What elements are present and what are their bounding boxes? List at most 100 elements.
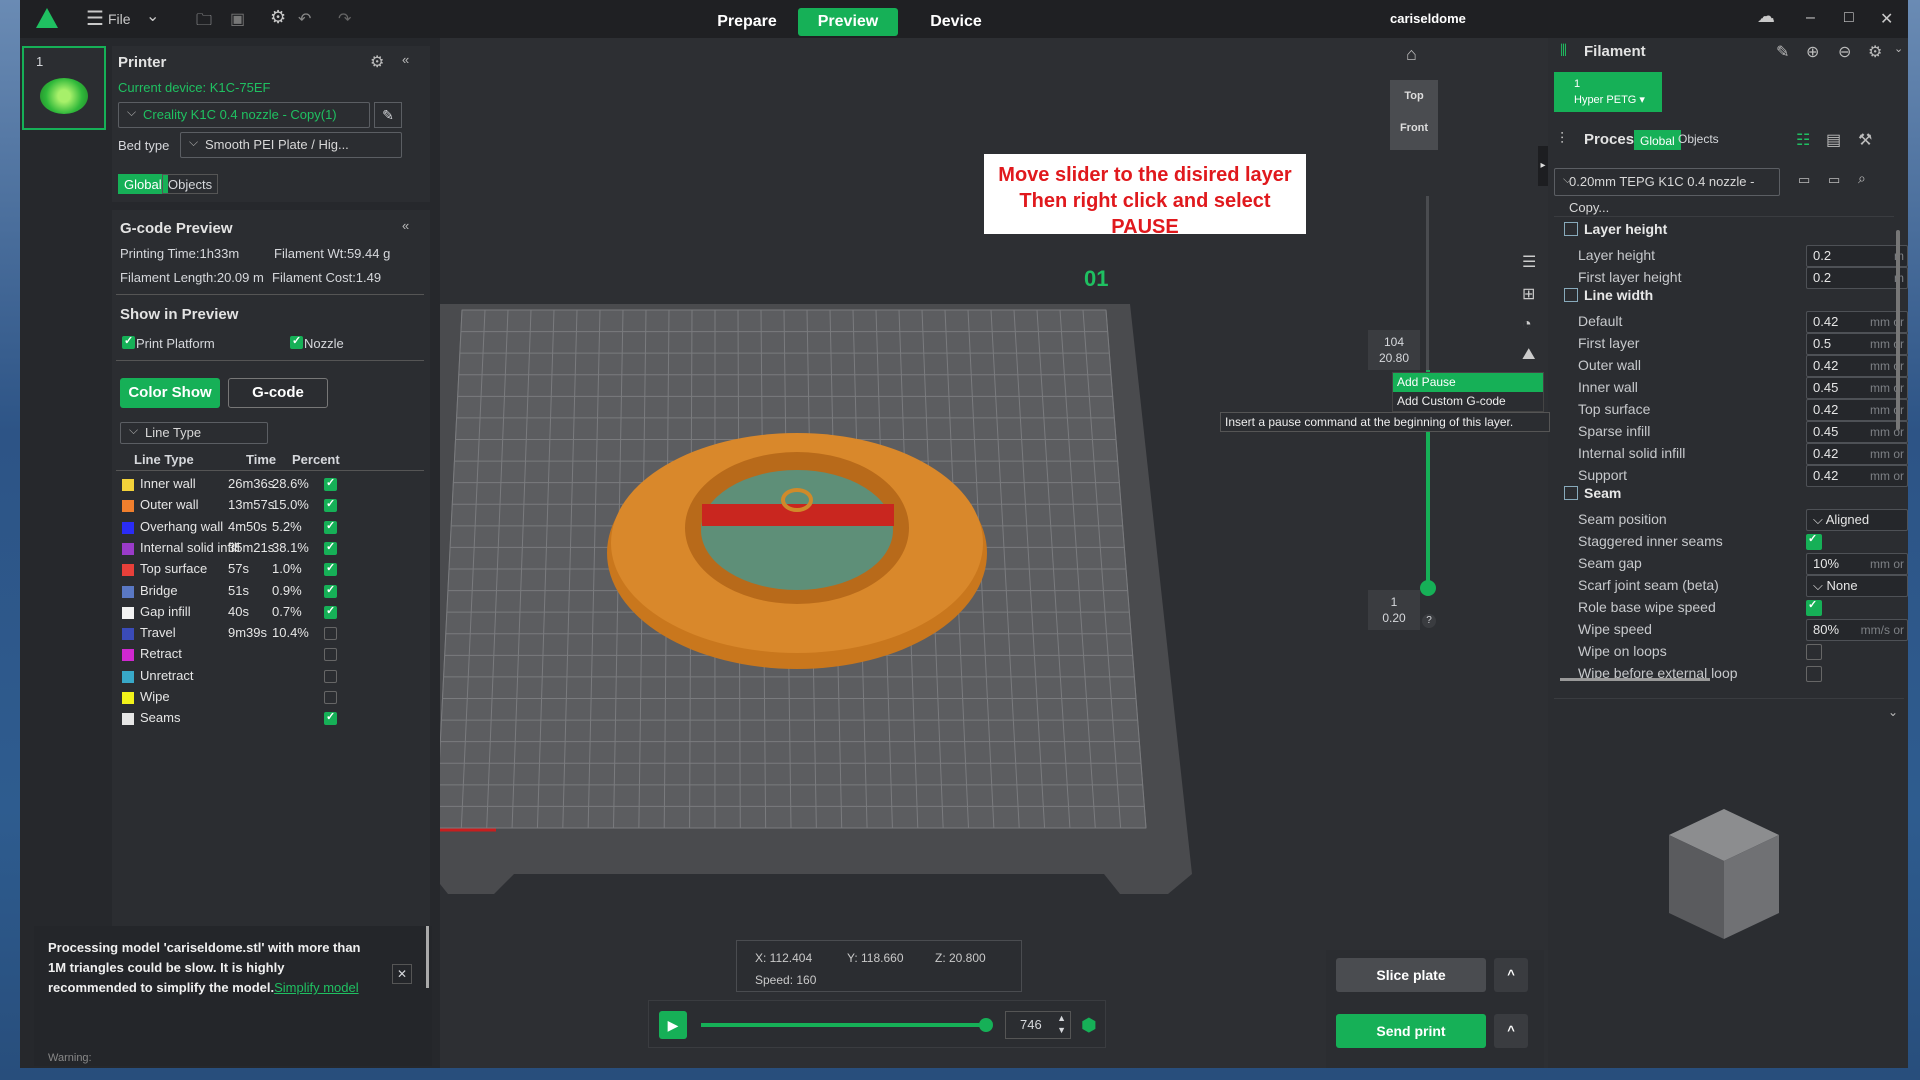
param-select[interactable]: ⌵ None [1806,575,1908,597]
tab-prepare[interactable]: Prepare [700,8,794,36]
preset-save-icon[interactable]: ▭ [1798,172,1810,188]
tab-preview[interactable]: Preview [798,8,898,36]
expand-right-icon[interactable]: ▸ [1538,146,1548,186]
menu-add-custom-gcode[interactable]: Add Custom G-code [1393,392,1543,411]
line-type-visibility-checkbox[interactable] [324,497,337,513]
param-checkbox[interactable] [1806,666,1822,682]
param-input[interactable]: 0.42 mm or [1806,465,1908,487]
process-objects-toggle[interactable]: Objects [1678,132,1719,146]
view-front[interactable]: Front [1390,122,1438,134]
param-input[interactable]: 0.45 mm or [1806,377,1908,399]
param-input[interactable]: 10% mm or [1806,553,1908,575]
line-type-visibility-checkbox[interactable] [324,519,337,534]
move-slider-handle[interactable] [979,1018,993,1032]
filament-settings-icon[interactable]: ⚙ [1868,42,1882,62]
filament-slot[interactable]: 1 Hyper PETG ▾ [1554,72,1662,112]
3d-viewport[interactable]: 01 Move slider to the disired layer Then… [440,38,1550,1068]
param-input[interactable]: 0.42 mm or [1806,399,1908,421]
tab-device[interactable]: Device [908,8,1004,36]
preset-search-icon[interactable]: ⌕ [1858,170,1866,187]
line-type-visibility-checkbox[interactable] [324,710,337,726]
grid-view-icon[interactable]: ⊞ [1522,284,1535,304]
param-input[interactable]: 80% mm/s or [1806,619,1908,641]
close-window-icon[interactable]: ✕ [1880,9,1893,29]
plate-thumbnail[interactable]: 1 [22,46,106,130]
gcode-button[interactable]: G-code [228,378,328,408]
print-platform-checkbox[interactable] [122,334,135,349]
line-type-visibility-checkbox[interactable] [324,583,337,598]
line-type-visibility-checkbox[interactable] [324,540,337,555]
params-h-scrollbar[interactable] [1560,678,1710,681]
move-slider-track[interactable] [701,1023,985,1027]
preset-reset-icon[interactable]: ▭ [1828,172,1840,188]
view-top[interactable]: Top [1390,90,1438,102]
add-filament-icon[interactable]: ⊕ [1806,42,1819,62]
process-parameter-list[interactable]: Layer height Layer height 0.2m First layer … [1554,216,1908,686]
gcode-collapse-icon[interactable]: « [402,218,409,233]
param-checkbox[interactable] [1806,532,1822,550]
param-input[interactable]: 0.42 mm or [1806,311,1908,333]
view-cube[interactable]: Top Front [1390,80,1438,150]
param-checkbox[interactable] [1806,644,1822,660]
move-step-input[interactable]: 746 ▲ ▼ [1005,1011,1071,1039]
layer-cube-icon[interactable]: ⬢ [1081,1015,1097,1036]
chevron-down-icon[interactable]: ⌄ [146,6,159,26]
color-show-button[interactable]: Color Show [120,378,220,408]
param-input[interactable]: 0.45 mm or [1806,421,1908,443]
collapse-icon[interactable]: « [402,52,409,67]
help-icon[interactable]: ? [1422,614,1436,628]
slice-plate-button[interactable]: Slice plate [1336,958,1486,992]
param-input[interactable]: 0.5 mm or [1806,333,1908,355]
stepper-arrows-icon[interactable]: ▲ ▼ [1057,1012,1066,1036]
process-preset-select[interactable]: 0.20mm TEPG K1C 0.4 nozzle - Copy... [1554,166,1780,215]
settings-gear-icon[interactable]: ⚙ [270,7,286,28]
layer-slider-bottom-handle[interactable] [1420,580,1436,596]
stats-icon[interactable]: ⛰ [1522,346,1535,364]
menu-add-pause[interactable]: Add Pause [1393,373,1543,392]
filament-edit-icon[interactable]: ✎ [1776,42,1789,62]
notice-scrollbar[interactable] [426,926,429,988]
layers-icon[interactable]: ☰ [1522,252,1536,272]
open-folder-icon[interactable]: 🗀 [196,9,212,36]
param-input[interactable]: 0.42 mm or [1806,443,1908,465]
line-type-visibility-checkbox[interactable] [324,476,337,491]
remove-filament-icon[interactable]: ⊖ [1838,42,1851,62]
redo-icon[interactable]: ↷ [338,9,351,29]
slice-options-chevron[interactable]: ^ [1494,958,1528,992]
minimize-icon[interactable]: – [1806,9,1815,27]
hamburger-menu-icon[interactable]: ☰ [86,6,104,31]
edit-pencil-icon[interactable]: ✎ [374,102,402,128]
undo-icon[interactable]: ↶ [298,9,311,29]
play-button[interactable]: ▶ [659,1011,687,1039]
params-scrollbar[interactable] [1896,230,1900,430]
send-print-button[interactable]: Send print [1336,1014,1486,1048]
line-type-select[interactable]: Line Type [120,420,268,444]
process-tool-icon[interactable]: ⚒ [1858,130,1872,150]
preview-collapse-icon[interactable]: ⌄ [1888,705,1898,719]
param-input[interactable]: 0.2m [1806,245,1908,267]
line-type-visibility-checkbox[interactable] [324,669,337,683]
line-type-visibility-checkbox[interactable] [324,627,337,641]
bed-type-select[interactable]: Smooth PEI Plate / Hig... [180,130,402,158]
printer-global-toggle[interactable]: Global [118,174,168,194]
param-checkbox[interactable] [1806,598,1822,616]
process-global-toggle[interactable]: Global [1634,130,1681,150]
process-list-icon[interactable]: ☷ [1796,130,1810,150]
process-compare-icon[interactable]: ▤ [1826,130,1841,150]
file-menu[interactable]: File [108,11,131,27]
maximize-icon[interactable]: □ [1844,9,1854,27]
printer-settings-icon[interactable]: ⚙ [370,52,384,72]
param-input[interactable]: 0.2m [1806,267,1908,289]
save-icon[interactable]: ▣ [230,9,245,29]
printer-objects-toggle[interactable]: Objects [162,174,219,194]
home-icon[interactable]: ⌂ [1406,44,1417,65]
param-select[interactable]: ⌵ Aligned [1806,509,1908,531]
cloud-upload-icon[interactable]: ☁ [1757,6,1775,27]
close-notice-icon[interactable]: ✕ [392,964,412,984]
simplify-model-link[interactable]: Simplify model [274,980,359,995]
line-type-visibility-checkbox[interactable] [324,561,337,577]
send-options-chevron[interactable]: ^ [1494,1014,1528,1048]
nozzle-checkbox[interactable] [290,334,303,349]
param-input[interactable]: 0.42 mm or [1806,355,1908,377]
line-type-visibility-checkbox[interactable] [324,648,337,662]
